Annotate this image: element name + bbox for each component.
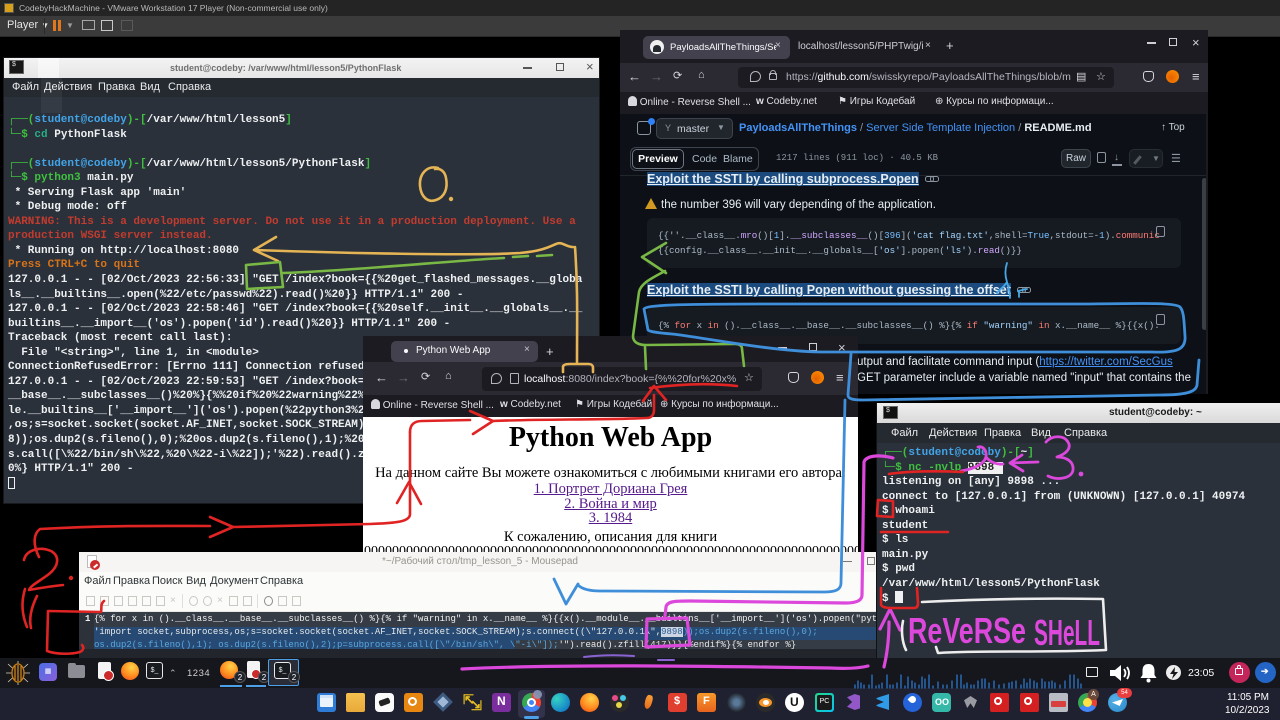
svg-text:ReVeRSe: ReVeRSe	[908, 610, 1026, 651]
svg-text:SHeLL: SHeLL	[1034, 612, 1100, 653]
